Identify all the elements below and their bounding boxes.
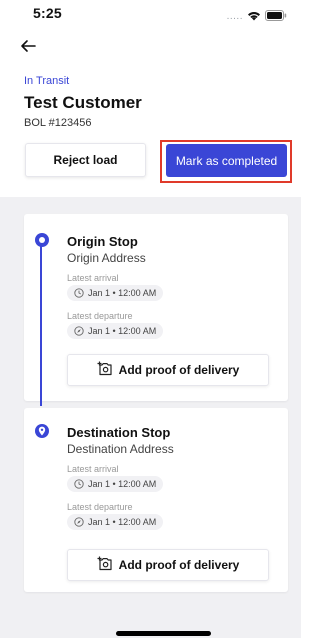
departure-time: Jan 1 • 12:00 AM (88, 326, 157, 336)
arrival-time: Jan 1 • 12:00 AM (88, 479, 157, 489)
clock-icon (74, 288, 84, 298)
arrival-time-pill: Jan 1 • 12:00 AM (67, 476, 164, 492)
battery-icon (265, 8, 287, 26)
arrival-label: Latest arrival (67, 464, 119, 474)
timeline-line (40, 240, 42, 406)
status-bar: 5:25 ..... (0, 0, 301, 28)
compass-icon (74, 326, 84, 336)
arrival-time-pill: Jan 1 • 12:00 AM (67, 285, 164, 301)
stop-title: Destination Stop (67, 425, 171, 440)
back-button[interactable] (20, 38, 40, 58)
departure-time: Jan 1 • 12:00 AM (88, 517, 157, 527)
wifi-icon (247, 8, 261, 26)
stop-title: Origin Stop (67, 234, 138, 249)
clock-icon (74, 479, 84, 489)
origin-marker-icon (35, 233, 49, 247)
status-icons: ..... (227, 8, 287, 26)
load-status: In Transit (24, 75, 70, 87)
stop-address: Origin Address (67, 251, 146, 265)
page-title: Test Customer (24, 93, 142, 112)
arrival-label: Latest arrival (67, 273, 119, 283)
departure-label: Latest departure (67, 311, 133, 321)
stop-address: Destination Address (67, 442, 174, 456)
add-photo-icon (97, 361, 113, 379)
status-time: 5:25 (33, 5, 62, 21)
destination-stop-card: Destination Stop Destination Address Lat… (24, 408, 288, 592)
compass-icon (74, 517, 84, 527)
signal-dots: ..... (226, 11, 243, 22)
back-arrow-icon (21, 40, 36, 52)
departure-label: Latest departure (67, 502, 133, 512)
home-indicator (116, 631, 211, 636)
add-proof-label: Add proof of delivery (118, 558, 240, 572)
reject-load-button[interactable]: Reject load (25, 143, 146, 177)
add-proof-of-delivery-button[interactable]: Add proof of delivery (67, 354, 269, 386)
add-photo-icon (97, 556, 113, 574)
add-proof-of-delivery-button[interactable]: Add proof of delivery (67, 549, 269, 581)
bol-number: BOL #123456 (24, 117, 92, 129)
departure-time-pill: Jan 1 • 12:00 AM (67, 514, 164, 530)
arrival-time: Jan 1 • 12:00 AM (88, 288, 157, 298)
mark-completed-button[interactable]: Mark as completed (166, 144, 287, 177)
add-proof-label: Add proof of delivery (118, 363, 240, 377)
departure-time-pill: Jan 1 • 12:00 AM (67, 323, 164, 339)
location-pin-icon (35, 424, 49, 438)
origin-stop-card: Origin Stop Origin Address Latest arriva… (24, 214, 288, 401)
